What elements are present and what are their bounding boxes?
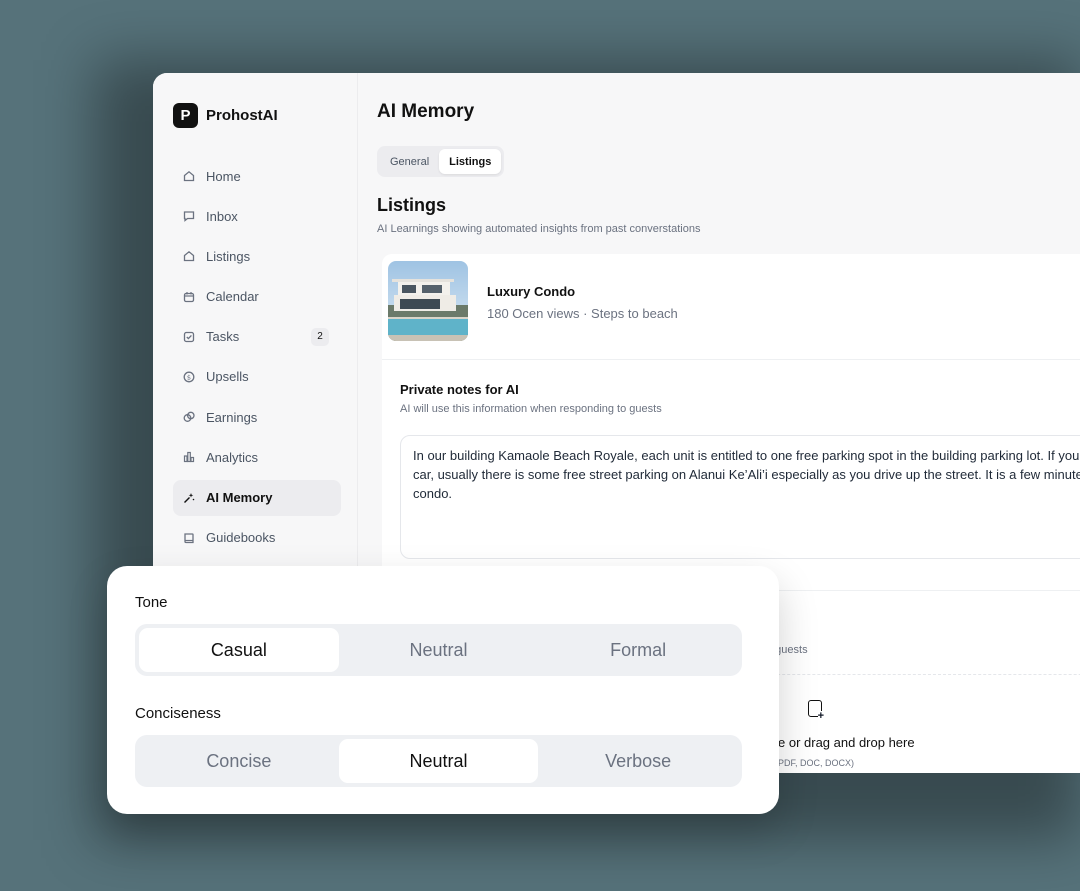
listing-name: Luxury Condo [487,284,576,299]
listing-description: 180 Ocen views · Steps to beach [487,306,678,321]
tone-option-neutral[interactable]: Neutral [339,628,539,672]
sidebar-item-label: Upsells [206,369,249,385]
sidebar-item-inbox[interactable]: Inbox [173,198,341,234]
sidebar-item-label: Analytics [206,449,259,465]
notes-subtitle: AI will use this information when respon… [400,403,662,415]
notes-line: condo. [413,486,453,501]
tab-listings[interactable]: Listings [439,149,502,174]
sidebar-item-ai-memory[interactable]: AI Memory [173,479,341,516]
sidebar-nav: Home Inbox Listings Calendar Tasks 2 $ U… [173,158,341,560]
message-icon [183,211,195,223]
tone-segmented-control: Casual Neutral Formal [135,624,742,676]
sidebar-item-label: Home [206,168,241,184]
tone-option-casual[interactable]: Casual [139,628,339,672]
conciseness-option-verbose[interactable]: Verbose [538,739,738,783]
tone-option-formal[interactable]: Formal [538,628,738,672]
listing-thumbnail[interactable] [388,261,468,341]
ai-style-settings-card: Tone Casual Neutral Formal Conciseness C… [107,566,779,814]
sidebar-item-earnings[interactable]: Earnings [173,399,341,435]
sidebar-item-label: Calendar [206,289,259,305]
home-icon [183,170,195,182]
house-photo-image [388,261,468,341]
sidebar-item-label: Inbox [206,208,238,224]
sidebar-item-label: Listings [206,248,251,264]
section-title: Listings [377,195,447,215]
home-icon [183,251,195,262]
sidebar-item-label: Guidebooks [206,530,276,546]
tab-bar: General Listings [377,146,505,177]
logo[interactable]: P ProhostAI [173,103,278,128]
sidebar-item-label: Earnings [206,409,258,425]
conciseness-option-neutral[interactable]: Neutral [338,739,539,783]
private-notes-textarea[interactable]: In our building Kamaole Beach Royale, ea… [400,435,1080,559]
calendar-icon [183,291,195,302]
page-title: AI Memory [377,101,475,122]
dollar-icon: $ [183,371,195,383]
file-plus-icon [808,700,824,722]
sparkle-icon [184,492,195,503]
sidebar-item-analytics[interactable]: Analytics [173,439,341,475]
sidebar-item-calendar[interactable]: Calendar [173,279,341,315]
logo-icon: P [173,103,198,128]
bar-chart-icon [183,452,195,463]
tasks-count-badge: 2 [311,327,329,346]
checkbox-icon [183,331,195,342]
book-icon [184,533,194,543]
coins-icon [183,411,195,423]
conciseness-option-concise[interactable]: Concise [139,739,339,783]
app-name: ProhostAI [206,107,278,124]
notes-title: Private notes for AI [400,382,519,397]
notes-line: In our building Kamaole Beach Royale, ea… [413,448,1080,463]
tone-label: Tone [135,594,168,611]
svg-text:$: $ [187,373,191,381]
upload-file-types: PDF, DOC, DOCX) [778,758,855,768]
sidebar-item-label: AI Memory [206,490,273,505]
tab-general[interactable]: General [380,149,439,174]
section-subtitle: AI Learnings showing automated insights … [377,223,701,235]
upload-instruction: e or drag and drop here [778,735,915,750]
divider [382,359,1080,360]
notes-line: car, usually there is some free street p… [413,467,1080,482]
sidebar-item-home[interactable]: Home [173,158,341,194]
conciseness-label: Conciseness [135,705,221,722]
sidebar-item-tasks[interactable]: Tasks 2 [173,319,341,355]
sidebar-item-label: Tasks [206,329,240,345]
sidebar-item-listings[interactable]: Listings [173,238,341,274]
conciseness-segmented-control: Concise Neutral Verbose [135,735,742,787]
sidebar-item-guidebooks[interactable]: Guidebooks [173,520,341,556]
sidebar-item-upsells[interactable]: $ Upsells [173,359,341,395]
